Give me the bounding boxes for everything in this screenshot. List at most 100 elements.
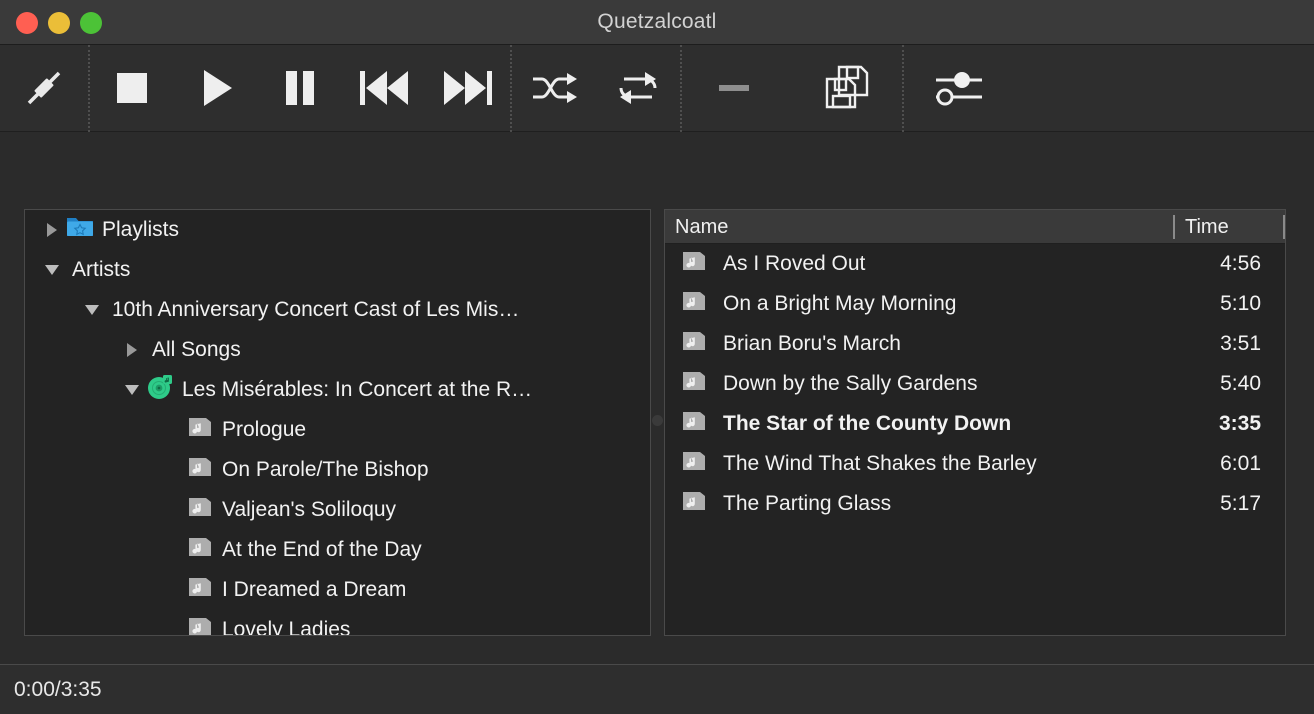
tree-item-label: On Parole/The Bishop <box>222 458 429 481</box>
table-row[interactable]: The Parting Glass 5:17 <box>665 484 1285 524</box>
tree-item-label: Valjean's Soliloquy <box>222 498 397 521</box>
splitter-grip[interactable] <box>652 415 663 426</box>
row-time: 5:40 <box>1220 372 1261 395</box>
table-row[interactable]: Down by the Sally Gardens 5:40 <box>665 364 1285 404</box>
save-icon <box>821 62 873 114</box>
row-icon <box>665 290 723 318</box>
playback-time: 0:00/3:35 <box>14 677 102 701</box>
repeat-button[interactable] <box>596 45 680 132</box>
table-row[interactable]: The Wind That Shakes the Barley 6:01 <box>665 444 1285 484</box>
equalizer-button[interactable] <box>904 45 1014 132</box>
row-time: 4:56 <box>1220 252 1261 275</box>
chevron-down-icon[interactable] <box>79 305 105 315</box>
tree-item-icon <box>185 536 215 564</box>
row-name: On a Bright May Morning <box>723 292 957 315</box>
window-title: Quetzalcoatl <box>597 10 717 33</box>
tree-item-track[interactable]: Prologue <box>25 410 650 450</box>
play-icon <box>193 65 239 111</box>
row-name: As I Roved Out <box>723 252 866 275</box>
tree-item-track[interactable]: On Parole/The Bishop <box>25 450 650 490</box>
chevron-right-icon[interactable] <box>39 223 65 237</box>
remove-button[interactable] <box>682 45 792 132</box>
save-button[interactable] <box>792 45 902 132</box>
tree-item-artists[interactable]: Artists <box>25 250 650 290</box>
window-controls <box>16 0 102 45</box>
tree-item-label: Prologue <box>222 418 307 441</box>
tree-item-album[interactable]: Les Misérables: In Concert at the R… <box>25 370 650 410</box>
playlist-table[interactable]: Name Time As I Roved Out 4:56 On a Bright … <box>664 209 1286 636</box>
row-name: Down by the Sally Gardens <box>723 372 978 395</box>
row-time: 5:10 <box>1220 292 1261 315</box>
panel-splitter[interactable] <box>651 209 664 636</box>
tree-item-icon <box>185 496 215 524</box>
tree-item-label: 10th Anniversary Concert Cast of Les Mis… <box>112 298 520 321</box>
tree-item-icon <box>185 616 215 635</box>
music-file-icon <box>188 576 212 604</box>
tree-item-label: Lovely Ladies <box>222 618 351 636</box>
table-row[interactable]: On a Bright May Morning 5:10 <box>665 284 1285 324</box>
music-file-icon <box>188 536 212 564</box>
play-button[interactable] <box>174 45 258 132</box>
connect-button[interactable] <box>0 45 88 132</box>
next-button[interactable] <box>426 45 510 132</box>
next-icon <box>440 65 496 111</box>
pause-button[interactable] <box>258 45 342 132</box>
table-header: Name Time <box>665 210 1285 244</box>
toolbar-separator <box>680 44 682 132</box>
music-file-icon <box>682 250 706 278</box>
music-file-icon <box>682 410 706 438</box>
stop-button[interactable] <box>90 45 174 132</box>
column-header-name[interactable]: Name <box>665 214 1175 239</box>
maximize-button[interactable] <box>80 11 102 34</box>
seek-bar-area <box>0 132 1314 319</box>
tree-item-track[interactable]: At the End of the Day <box>25 530 650 570</box>
table-row[interactable]: As I Roved Out 4:56 <box>665 244 1285 284</box>
row-name: The Wind That Shakes the Barley <box>723 452 1037 475</box>
tree-item-track[interactable]: Valjean's Soliloquy <box>25 490 650 530</box>
minimize-button[interactable] <box>48 11 70 34</box>
tree-item-label: All Songs <box>152 338 241 361</box>
tree-item-icon <box>65 215 95 245</box>
tree-item-label: Playlists <box>102 218 180 241</box>
shuffle-button[interactable] <box>512 45 596 132</box>
chevron-right-icon[interactable] <box>119 343 145 357</box>
pause-icon <box>277 65 323 111</box>
tree-item-icon <box>185 576 215 604</box>
row-icon <box>665 250 723 278</box>
tree-item-track[interactable]: I Dreamed a Dream <box>25 570 650 610</box>
tree-item-playlists[interactable]: Playlists <box>25 210 650 250</box>
status-bar: 0:00/3:35 <box>0 664 1314 714</box>
connect-icon <box>22 66 66 110</box>
chevron-down-icon[interactable] <box>119 385 145 395</box>
tree-item-label: At the End of the Day <box>222 538 422 561</box>
tree-item-artist[interactable]: 10th Anniversary Concert Cast of Les Mis… <box>25 290 650 330</box>
tree-item-label: I Dreamed a Dream <box>222 578 407 601</box>
music-file-icon <box>188 496 212 524</box>
toolbar-separator <box>902 44 904 132</box>
row-icon <box>665 370 723 398</box>
music-file-icon <box>682 290 706 318</box>
row-name: The Star of the County Down <box>723 412 1012 435</box>
tree-item-all-songs[interactable]: All Songs <box>25 330 650 370</box>
music-file-icon <box>682 490 706 518</box>
tree-item-icon <box>185 456 215 484</box>
tree-item-track[interactable]: Lovely Ladies <box>25 610 650 636</box>
repeat-icon <box>613 66 663 110</box>
minus-icon <box>719 82 755 94</box>
table-row[interactable]: Brian Boru's March 3:51 <box>665 324 1285 364</box>
row-icon <box>665 330 723 358</box>
close-button[interactable] <box>16 11 38 34</box>
toolbar-separator <box>510 44 512 132</box>
previous-button[interactable] <box>342 45 426 132</box>
table-row[interactable]: The Star of the County Down 3:35 <box>665 404 1285 444</box>
library-tree[interactable]: Playlists Artists 10th Anniversary Concert… <box>24 209 651 636</box>
music-file-icon <box>682 370 706 398</box>
tree-item-icon <box>185 416 215 444</box>
tree-item-label: Artists <box>72 258 131 281</box>
chevron-down-icon[interactable] <box>39 265 65 275</box>
music-file-icon <box>188 416 212 444</box>
stop-icon <box>109 65 155 111</box>
row-icon <box>665 450 723 478</box>
music-file-icon <box>188 616 212 635</box>
column-header-time[interactable]: Time <box>1175 214 1285 239</box>
